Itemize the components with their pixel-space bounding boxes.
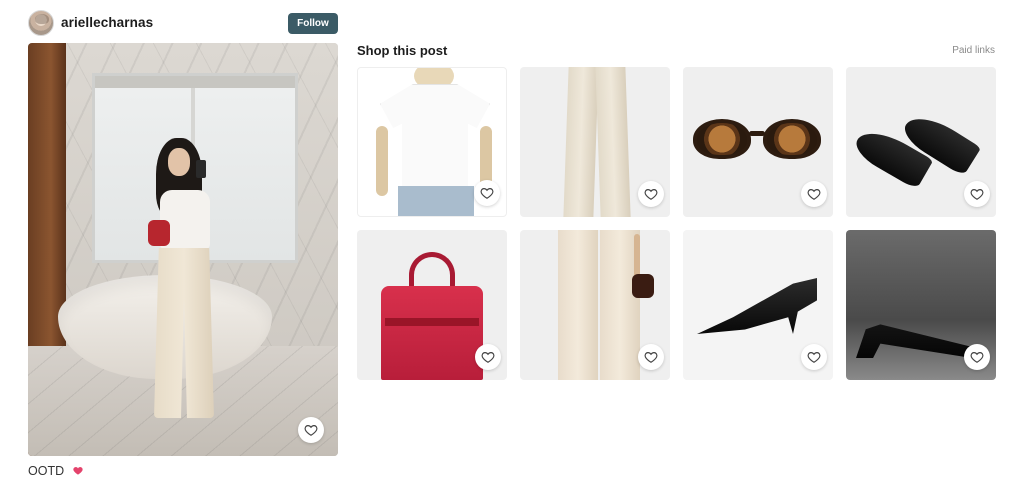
favorite-button[interactable] [801,181,827,207]
shop-title: Shop this post [357,43,448,58]
post-header: ariellecharnas Follow [28,10,338,38]
avatar[interactable] [28,10,54,36]
heart-outline-icon [970,352,984,363]
username[interactable]: ariellecharnas [61,15,153,30]
product-card-tortoiseshell-sunglasses[interactable] [683,67,833,217]
heart-outline-icon [304,425,318,436]
product-grid [357,67,996,380]
product-card-cream-wide-leg-trousers[interactable] [520,67,670,217]
post-caption: OOTD [28,464,84,478]
favorite-button[interactable] [638,181,664,207]
heart-outline-icon [644,352,658,363]
heart-emoji-icon [72,467,83,475]
product-card-black-pointed-pump[interactable] [683,230,833,380]
post-image[interactable] [28,43,338,456]
favorite-button[interactable] [964,344,990,370]
product-card-white-tee[interactable] [357,67,507,217]
caption-text: OOTD [28,464,65,478]
product-card-black-kitten-heels[interactable] [846,67,996,217]
product-card-red-tote-bag[interactable] [357,230,507,380]
favorite-button[interactable] [475,344,501,370]
heart-outline-icon [807,189,821,200]
favorite-button[interactable] [964,181,990,207]
favorite-button[interactable] [474,180,500,206]
heart-outline-icon [644,189,658,200]
heart-outline-icon [807,352,821,363]
heart-outline-icon [480,188,494,199]
photo-person [138,138,228,428]
paid-links-label: Paid links [952,45,995,56]
heart-outline-icon [481,352,495,363]
favorite-button[interactable] [638,344,664,370]
follow-button[interactable]: Follow [288,13,338,34]
product-card-black-kitten-heel-dark[interactable] [846,230,996,380]
heart-outline-icon [970,189,984,200]
post-like-button[interactable] [298,417,324,443]
favorite-button[interactable] [801,344,827,370]
product-card-cream-trousers-with-bag[interactable] [520,230,670,380]
